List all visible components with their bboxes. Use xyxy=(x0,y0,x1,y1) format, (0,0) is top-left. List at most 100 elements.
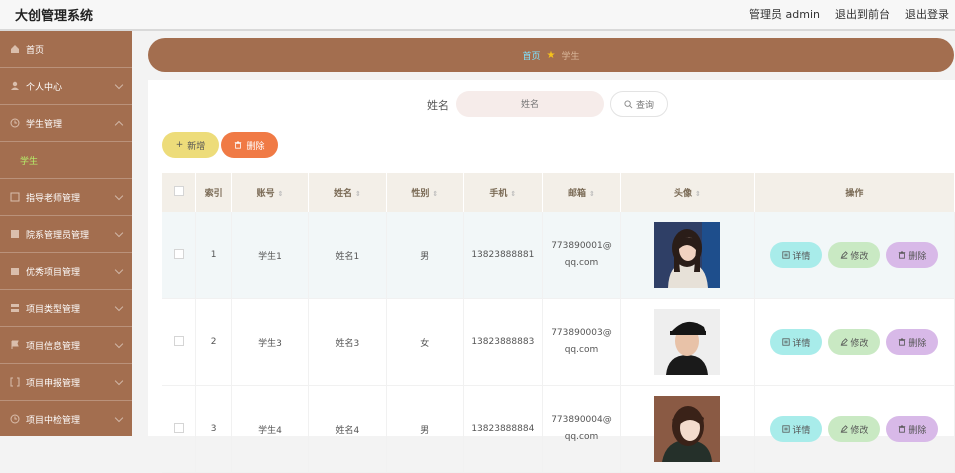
search-button[interactable]: 查询 xyxy=(610,91,668,117)
cell-account: 学生1 xyxy=(231,212,310,299)
trash-icon xyxy=(235,141,242,149)
delete-button[interactable]: 删除 xyxy=(886,329,939,355)
sidebar-subitem-student[interactable]: 学生 xyxy=(0,142,132,179)
chevron-down-icon xyxy=(114,376,124,386)
top-nav: 管理员 admin 退出到前台 退出登录 xyxy=(749,6,949,22)
col-label: 性别 xyxy=(411,189,430,199)
col-label: 索引 xyxy=(204,189,223,199)
sidebar-item-label: 个人中心 xyxy=(26,82,63,93)
edit-button[interactable]: 修改 xyxy=(828,416,881,442)
sidebar-item-dept-admins[interactable]: 院系管理员管理 xyxy=(0,216,132,253)
delete-button[interactable]: 删除 xyxy=(886,416,939,442)
sidebar-item-project-info[interactable]: 项目信息管理 xyxy=(0,327,132,364)
bracket-icon xyxy=(10,377,20,387)
row-select-cell xyxy=(162,212,197,299)
sidebar-item-advisors[interactable]: 指导老师管理 xyxy=(0,179,132,216)
name-search-input[interactable] xyxy=(456,91,604,117)
table-row[interactable]: 2 学生3 姓名3 女 13823888883 773890003@ qq.com xyxy=(162,298,955,386)
cell-index: 3 xyxy=(195,385,232,473)
sidebar-item-students[interactable]: 学生管理 xyxy=(0,105,132,142)
sidebar-item-midterm-check[interactable]: 项目中检管理 xyxy=(0,401,132,436)
breadcrumb-home[interactable]: 首页 xyxy=(523,49,541,62)
chevron-down-icon xyxy=(114,302,124,312)
chevron-down-icon xyxy=(114,80,124,90)
sidebar-item-label: 指导老师管理 xyxy=(26,193,81,204)
cell-index: 1 xyxy=(195,212,232,299)
pencil-icon xyxy=(841,251,849,259)
cell-name: 姓名3 xyxy=(308,298,387,386)
cell-actions: 详情 修改 删除 xyxy=(754,385,955,473)
detail-button[interactable]: 详情 xyxy=(770,329,823,355)
detail-label: 详情 xyxy=(792,251,811,262)
col-label: 头像 xyxy=(674,189,693,199)
box-icon xyxy=(11,268,19,275)
email-part: 773890003@ xyxy=(551,328,612,338)
row-select-cell xyxy=(162,385,197,473)
email-domain: qq.com xyxy=(564,345,599,355)
chevron-down-icon xyxy=(114,191,124,201)
delete-button[interactable]: 删除 xyxy=(886,242,939,268)
cell-index: 2 xyxy=(195,298,232,386)
sidebar-item-project-apply[interactable]: 项目申报管理 xyxy=(0,364,132,401)
home-icon xyxy=(11,45,19,53)
col-label: 操作 xyxy=(845,189,864,199)
sidebar-item-label: 首页 xyxy=(26,45,45,56)
trash-icon xyxy=(899,251,906,259)
delete-label: 删除 xyxy=(908,338,927,349)
sort-icon: ⇕ xyxy=(589,190,595,198)
select-all-checkbox[interactable] xyxy=(173,186,184,196)
col-avatar[interactable]: 头像 ⇕ xyxy=(620,173,755,212)
logout-link[interactable]: 退出登录 xyxy=(905,6,949,22)
cell-account: 学生4 xyxy=(231,385,310,473)
email-domain: qq.com xyxy=(564,258,599,268)
delete-label: 删除 xyxy=(908,425,927,436)
edit-button[interactable]: 修改 xyxy=(828,242,881,268)
col-name[interactable]: 姓名 ⇕ xyxy=(308,173,387,212)
sidebar-item-label: 院系管理员管理 xyxy=(26,230,90,241)
col-phone[interactable]: 手机 ⇕ xyxy=(463,173,543,212)
cell-email: 773890004@ qq.com xyxy=(542,385,622,473)
col-email[interactable]: 邮箱 ⇕ xyxy=(542,173,622,212)
back-to-front-link[interactable]: 退出到前台 xyxy=(835,6,890,22)
col-label: 姓名 xyxy=(333,189,352,199)
cell-actions: 详情 修改 删除 xyxy=(754,298,955,386)
sort-icon: ⇕ xyxy=(510,190,517,198)
trash-icon xyxy=(899,338,906,346)
cell-gender: 女 xyxy=(386,298,464,386)
email-part: 773890004@ xyxy=(551,415,612,425)
col-account[interactable]: 账号 ⇕ xyxy=(231,173,310,212)
grid-icon xyxy=(11,230,19,238)
detail-button[interactable]: 详情 xyxy=(770,242,823,268)
edit-label: 修改 xyxy=(850,338,869,349)
document-icon xyxy=(782,338,790,346)
add-button[interactable]: + 新增 xyxy=(162,132,219,158)
detail-button[interactable]: 详情 xyxy=(770,416,823,442)
add-button-label: 新增 xyxy=(187,141,206,152)
content-panel: 姓名 查询 + 新增 删除 索引 账号⇕ 姓名⇕ 性别⇕ 手机⇕ 邮箱⇕ 头像⇕… xyxy=(148,80,955,473)
sidebar-item-home[interactable]: 首页 xyxy=(0,31,132,68)
sidebar-item-label: 项目类型管理 xyxy=(26,304,81,315)
chevron-down-icon xyxy=(114,265,124,275)
col-gender[interactable]: 性别 ⇕ xyxy=(386,173,464,212)
cell-email: 773890001@ qq.com xyxy=(542,212,622,299)
table-row[interactable]: 3 学生4 姓名4 男 13823888884 773890004@ qq.com xyxy=(162,385,955,473)
pencil-icon xyxy=(841,425,849,433)
edit-label: 修改 xyxy=(850,425,869,436)
row-checkbox[interactable] xyxy=(173,248,184,259)
avatar-image xyxy=(654,222,721,288)
document-icon xyxy=(782,251,790,259)
sidebar-item-excellent-projects[interactable]: 优秀项目管理 xyxy=(0,253,132,290)
sidebar-item-project-types[interactable]: 项目类型管理 xyxy=(0,290,132,327)
batch-delete-button[interactable]: 删除 xyxy=(221,132,278,158)
admin-user-link[interactable]: 管理员 admin xyxy=(749,6,820,22)
cell-actions: 详情 修改 删除 xyxy=(754,212,955,299)
delete-label: 删除 xyxy=(908,251,927,262)
table-row[interactable]: 1 学生1 姓名1 男 13823888881 773890001@ qq.com xyxy=(162,212,955,299)
breadcrumb-current: 学生 xyxy=(561,51,580,62)
sidebar-item-profile[interactable]: 个人中心 xyxy=(0,68,132,105)
row-checkbox[interactable] xyxy=(173,335,184,346)
detail-label: 详情 xyxy=(792,425,811,436)
edit-button[interactable]: 修改 xyxy=(828,329,881,355)
row-checkbox[interactable] xyxy=(173,422,184,433)
book-icon xyxy=(10,192,20,202)
